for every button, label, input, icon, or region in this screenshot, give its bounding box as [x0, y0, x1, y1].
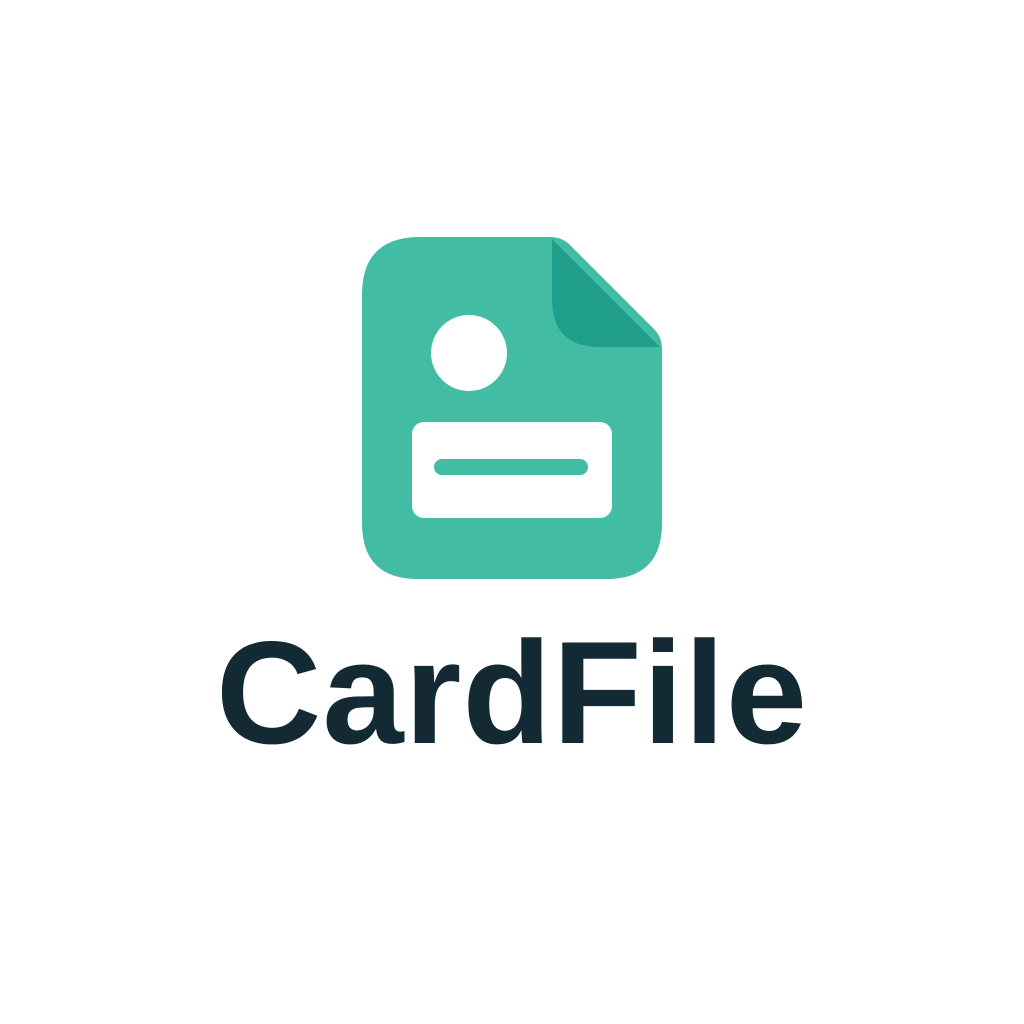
- logo-canvas: CardFile: [0, 0, 1024, 1024]
- brand-wordmark: CardFile: [215, 611, 809, 774]
- avatar-circle: [431, 315, 507, 391]
- document-body: [362, 237, 662, 579]
- document-card-icon: [362, 237, 662, 579]
- name-card-line: [434, 459, 588, 475]
